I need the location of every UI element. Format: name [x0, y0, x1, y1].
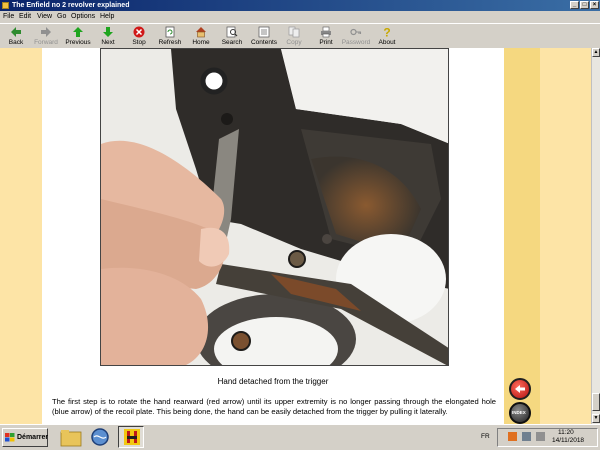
start-button[interactable]: Démarrer	[2, 428, 48, 447]
password-button[interactable]: Password	[341, 26, 371, 48]
maximize-button[interactable]: □	[580, 1, 589, 9]
warning-flag-icon[interactable]	[508, 432, 517, 441]
contents-label: Contents	[250, 39, 278, 46]
back-arrow-icon	[11, 27, 21, 37]
enfield-app-icon	[124, 429, 140, 445]
stop-button[interactable]: Stop	[128, 26, 150, 48]
title-bar: The Enfield no 2 revolver explained _ □ …	[0, 0, 600, 11]
index-label: INDEX	[512, 410, 526, 415]
stop-icon	[133, 26, 145, 38]
next-label: Next	[101, 39, 115, 46]
menu-options[interactable]: Options	[71, 11, 95, 22]
browser-icon[interactable]	[90, 427, 110, 447]
home-label: Home	[192, 39, 210, 46]
right-stripe	[504, 48, 540, 424]
home-button[interactable]: Home	[190, 26, 212, 48]
revolver-photo-image	[101, 49, 448, 365]
minimize-button[interactable]: _	[570, 1, 579, 9]
back-arrow-icon	[515, 385, 525, 393]
vertical-scrollbar[interactable]: ▲ ▼	[591, 48, 600, 424]
copy-label: Copy	[286, 39, 302, 46]
language-indicator[interactable]: FR	[481, 433, 490, 440]
stop-label: Stop	[132, 39, 146, 46]
printer-icon	[321, 26, 331, 38]
menu-file[interactable]: File	[3, 11, 14, 22]
nav-back-button[interactable]	[509, 378, 531, 400]
scroll-up-button[interactable]: ▲	[592, 48, 600, 57]
menu-view[interactable]: View	[37, 11, 52, 22]
search-label: Search	[221, 39, 243, 46]
svg-text:?: ?	[383, 26, 390, 38]
contents-icon	[258, 26, 270, 38]
content-area: Hand detached from the trigger The first…	[0, 48, 591, 424]
key-icon	[350, 28, 362, 36]
search-icon	[226, 26, 238, 38]
clock-date: 14/11/2018	[552, 437, 585, 444]
toolbar: Back Forward Previous Next Stop Refresh …	[0, 23, 600, 50]
revolver-photo	[100, 48, 449, 366]
taskbar: Démarrer FR 11:20 14/11/2018	[0, 424, 600, 450]
next-button[interactable]: Next	[96, 26, 120, 48]
back-button[interactable]: Back	[4, 26, 28, 48]
menu-edit[interactable]: Edit	[19, 11, 31, 22]
copy-button[interactable]: Copy	[284, 26, 304, 48]
menu-help[interactable]: Help	[100, 11, 114, 22]
system-tray: 11:20 14/11/2018	[497, 428, 598, 447]
folder-icon[interactable]	[60, 428, 82, 447]
forward-button[interactable]: Forward	[31, 26, 61, 48]
down-arrow-icon	[103, 27, 113, 37]
network-icon[interactable]	[522, 432, 531, 441]
search-button[interactable]: Search	[220, 26, 244, 48]
previous-button[interactable]: Previous	[63, 26, 93, 48]
print-button[interactable]: Print	[315, 26, 337, 48]
clock-time: 11:20	[558, 429, 574, 436]
start-label: Démarrer	[17, 434, 49, 441]
back-label: Back	[8, 39, 24, 46]
photo-caption: Hand detached from the trigger	[217, 377, 329, 386]
password-label: Password	[341, 39, 371, 46]
menu-go[interactable]: Go	[57, 11, 66, 22]
print-label: Print	[319, 39, 333, 46]
app-icon	[2, 2, 9, 9]
volume-icon[interactable]	[536, 432, 545, 441]
up-arrow-icon	[73, 27, 83, 37]
scroll-down-button[interactable]: ▼	[592, 414, 600, 423]
windows-flag-icon	[5, 433, 15, 442]
refresh-label: Refresh	[158, 39, 182, 46]
page: Hand detached from the trigger The first…	[42, 48, 504, 424]
previous-label: Previous	[65, 39, 91, 46]
close-button[interactable]: ×	[590, 1, 599, 9]
about-label: About	[378, 39, 396, 46]
contents-button[interactable]: Contents	[249, 26, 279, 48]
body-paragraph: The first step is to rotate the hand rea…	[52, 397, 496, 416]
forward-label: Forward	[34, 39, 58, 46]
about-button[interactable]: ? About	[376, 26, 398, 48]
nav-index-button[interactable]: INDEX	[509, 402, 531, 424]
active-task-button[interactable]	[118, 426, 144, 448]
menu-bar: File Edit View Go Options Help	[0, 11, 600, 22]
scroll-thumb[interactable]	[592, 393, 600, 411]
refresh-button[interactable]: Refresh	[156, 26, 184, 48]
forward-arrow-icon	[41, 27, 51, 37]
refresh-icon	[165, 26, 175, 38]
home-icon	[196, 27, 206, 38]
question-icon: ?	[383, 26, 390, 38]
copy-icon	[288, 26, 300, 38]
window-title: The Enfield no 2 revolver explained	[12, 2, 130, 9]
